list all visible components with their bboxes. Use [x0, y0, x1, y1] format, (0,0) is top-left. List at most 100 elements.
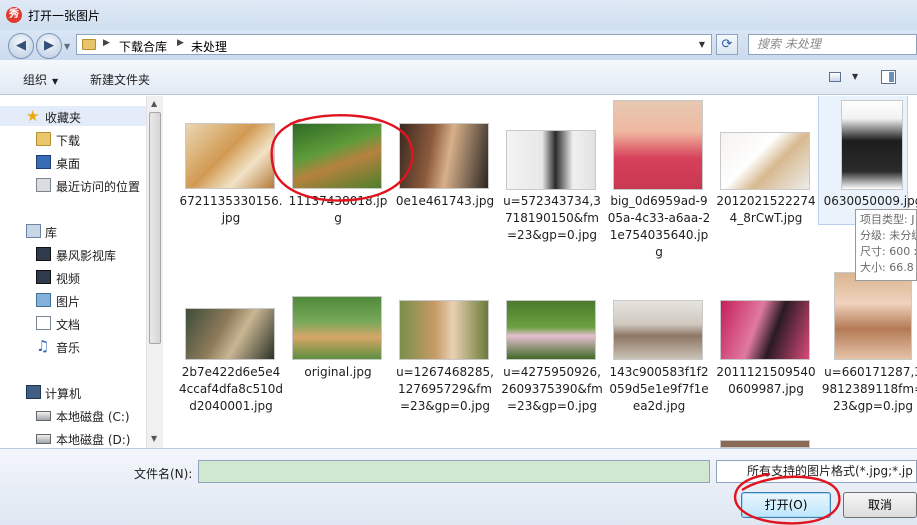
file-thumbnail-partial [720, 440, 810, 448]
file-info-tooltip: 项目类型: J 分级: 未分级 尺寸: 600 x 大小: 66.8 [855, 209, 917, 281]
recent-pages-chevron-icon[interactable]: ▼ [64, 42, 70, 51]
back-button[interactable]: ◀ [8, 33, 34, 59]
nav-item-music[interactable]: ♫ 音乐 [0, 336, 146, 356]
file-thumbnail [841, 100, 903, 190]
pictures-icon [36, 293, 51, 307]
documents-icon [36, 316, 51, 330]
nav-item-documents[interactable]: 文档 [0, 313, 146, 333]
address-bar[interactable]: ▶ 下载合库 ▶ 未处理 ▼ [76, 34, 712, 55]
forward-button[interactable]: ▶ [36, 33, 62, 59]
desktop-icon [36, 155, 51, 169]
file-name: u=572343734,3718190150&fm=23&gp=0.jpg [503, 194, 601, 242]
title-bar: 秀 打开一张图片 [0, 0, 917, 30]
file-name: 11137438018.jpg [288, 194, 388, 225]
nav-item-downloads[interactable]: 下载 [0, 129, 146, 149]
view-options-chevron-icon[interactable]: ▼ [852, 72, 858, 81]
file-name: 143c900583f1f2059d5e1e9f7f1eea2d.jpg [609, 365, 709, 413]
file-name: 6721135330156.jpg [179, 194, 283, 225]
filename-input[interactable] [198, 460, 710, 483]
file-thumbnail [720, 132, 810, 190]
drive-icon [36, 411, 51, 421]
nav-item-drive-c[interactable]: 本地磁盘 (C:) [0, 405, 146, 425]
breadcrumb-arrow-icon[interactable]: ▶ [103, 38, 110, 48]
file-thumbnail [613, 100, 703, 190]
file-name: 2b7e422d6e5e44ccaf4dfa8c510dd2040001.jpg [179, 365, 283, 413]
file-thumbnail [834, 272, 912, 360]
nav-item-libraries[interactable]: 库 [0, 221, 146, 241]
tooltip-line: 大小: 66.8 [860, 261, 914, 274]
nav-item-label: 暴风影视库 [56, 249, 117, 263]
address-dropdown-icon[interactable]: ▼ [699, 40, 705, 49]
file-thumbnail [185, 123, 275, 189]
nav-item-pictures[interactable]: 图片 [0, 290, 146, 310]
organize-label: 组织 [23, 73, 48, 87]
organize-button[interactable]: 组织 ▼ [23, 71, 58, 88]
filename-label: 文件名(N): [134, 467, 193, 481]
command-toolbar: 组织 ▼ 新建文件夹 ▼ [0, 60, 917, 95]
folder-icon [82, 39, 96, 50]
preview-pane-icon[interactable] [881, 70, 896, 84]
change-view-icon[interactable] [829, 72, 841, 82]
nav-item-label: 收藏夹 [45, 111, 82, 125]
breadcrumb-arrow-icon[interactable]: ▶ [177, 38, 184, 48]
navigation-pane: ★ 收藏夹 下载 桌面 最近访问的位置 库 暴风影视库 视频 图片 文档 ♫ 音… [0, 96, 163, 448]
scrollbar-thumb[interactable] [149, 112, 161, 344]
file-thumbnail [292, 123, 382, 189]
scroll-down-icon[interactable]: ▼ [151, 434, 157, 443]
nav-item-desktop[interactable]: 桌面 [0, 152, 146, 172]
address-bar-row: ◀ ▶ ▼ ▶ 下载合库 ▶ 未处理 ▼ ⟳ 搜索 未处理 [0, 30, 917, 60]
file-name: big_0d6959ad-905a-4c33-a6aa-21e754035640… [607, 194, 711, 259]
file-thumbnail [613, 300, 703, 360]
file-list-pane: 6721135330156.jpg 11137438018.jpg 0e1e46… [163, 96, 917, 448]
cancel-button[interactable]: 取消 [843, 492, 917, 518]
file-thumbnail [720, 300, 810, 360]
chevron-down-icon: ▼ [52, 77, 59, 86]
nav-item-label: 库 [45, 226, 58, 240]
nav-item-favorites[interactable]: ★ 收藏夹 [0, 106, 146, 126]
nav-item-recent-places[interactable]: 最近访问的位置 [0, 175, 146, 195]
nav-item-computer[interactable]: 计算机 [0, 382, 146, 402]
nav-item-label: 最近访问的位置 [56, 180, 141, 194]
file-name: u=1267468285,127695729&fm=23&gp=0.jpg [396, 365, 494, 413]
computer-icon [26, 385, 41, 399]
file-name: 0630050009.jpg [823, 194, 917, 208]
file-name: original.jpg [304, 365, 372, 379]
new-folder-button[interactable]: 新建文件夹 [90, 71, 150, 88]
file-thumbnail [292, 296, 382, 360]
open-button[interactable]: 打开(O) [741, 492, 831, 518]
star-icon: ★ [26, 107, 40, 125]
nav-item-label: 视频 [56, 272, 81, 286]
file-name: 20111215095400609987.jpg [716, 365, 816, 396]
app-logo-icon: 秀 [6, 7, 22, 23]
nav-item-label: 本地磁盘 (C:) [56, 410, 130, 424]
file-name: 0e1e461743.jpg [395, 194, 495, 208]
folder-icon [36, 132, 51, 146]
search-input[interactable]: 搜索 未处理 [748, 34, 917, 55]
recent-places-icon [36, 178, 51, 192]
nav-item-video-library[interactable]: 暴风影视库 [0, 244, 146, 264]
file-name: u=4275950926,2609375390&fm=23&gp=0.jpg [501, 365, 603, 413]
drive-icon [36, 434, 51, 444]
nav-item-label: 下载 [56, 134, 81, 148]
scroll-up-icon[interactable]: ▲ [151, 99, 157, 108]
refresh-button[interactable]: ⟳ [716, 34, 738, 55]
video-icon [36, 270, 51, 284]
refresh-icon: ⟳ [721, 37, 733, 52]
breadcrumb-item[interactable]: 下载合库 [119, 38, 167, 55]
file-type-filter[interactable]: 所有支持的图片格式(*.jpg;*.jp [716, 460, 917, 483]
nav-item-label: 音乐 [56, 341, 81, 355]
tooltip-line: 项目类型: J [860, 213, 915, 226]
file-thumbnail [506, 300, 596, 360]
nav-item-videos[interactable]: 视频 [0, 267, 146, 287]
file-name: u=660171287,39812389118fm=23&gp=0.jpg [821, 365, 917, 413]
window-title: 打开一张图片 [28, 9, 101, 23]
library-icon [26, 224, 41, 238]
nav-item-label: 本地磁盘 (D:) [56, 433, 131, 447]
video-library-icon [36, 247, 51, 261]
file-name: 20120215222744_8rCwT.jpg [716, 194, 816, 225]
file-thumbnail [506, 130, 596, 190]
breadcrumb-item[interactable]: 未处理 [191, 38, 227, 55]
nav-item-drive-d[interactable]: 本地磁盘 (D:) [0, 428, 146, 448]
nav-item-label: 桌面 [56, 157, 81, 171]
nav-scrollbar[interactable]: ▲ ▼ [146, 96, 163, 448]
